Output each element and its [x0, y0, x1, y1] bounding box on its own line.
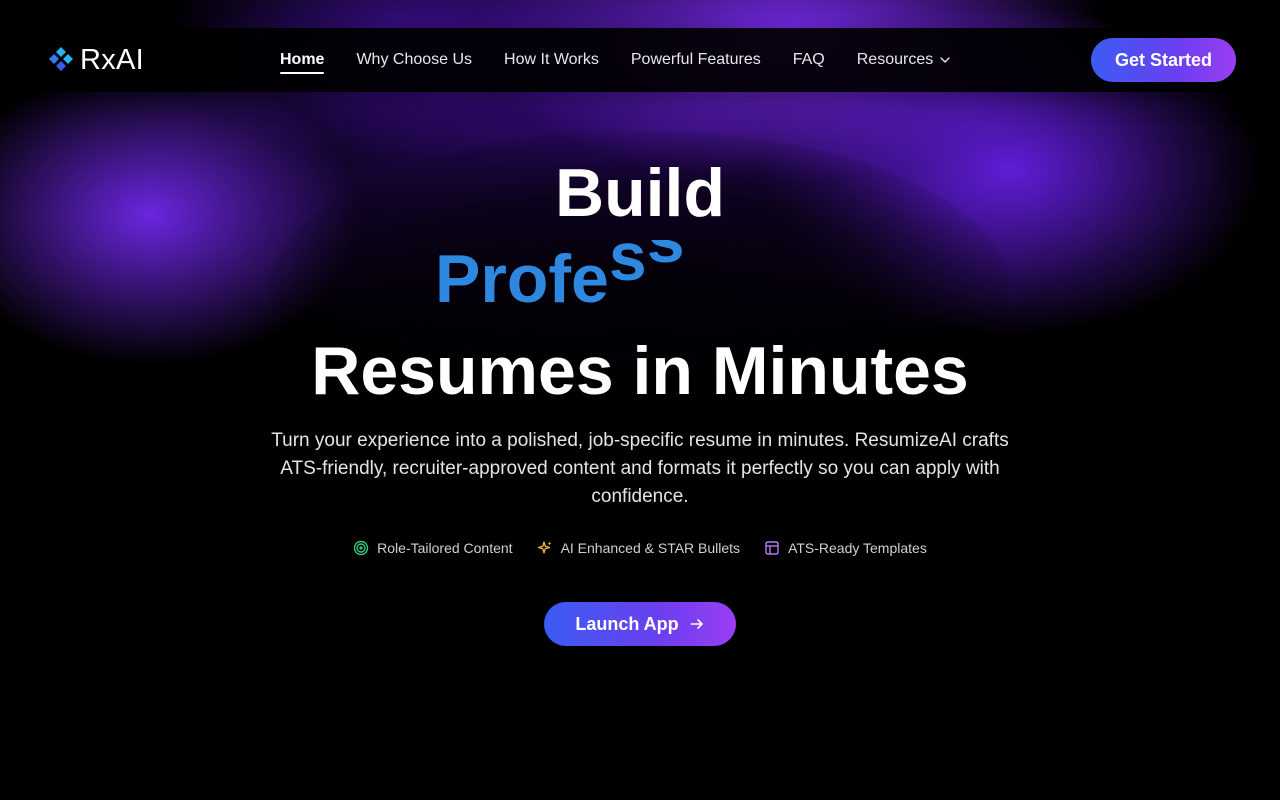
background-bottom-fade: [0, 360, 1280, 800]
rotating-word-char: s: [647, 240, 685, 278]
rotating-word-char: f: [548, 241, 572, 317]
nav-link-powerful-features[interactable]: Powerful Features: [631, 51, 761, 69]
layout-icon: [765, 541, 779, 555]
feature-item-ai-enhanced: AI Enhanced & STAR Bullets: [537, 540, 741, 556]
feature-item-ats-ready: ATS-Ready Templates: [764, 540, 927, 556]
feature-label: ATS-Ready Templates: [788, 540, 927, 556]
hero-title-line-1: Build: [555, 155, 725, 231]
launch-app-label: Launch App: [575, 613, 679, 634]
hero-title-line-2: P r o f e s s -: [0, 240, 1280, 320]
nav-link-resources[interactable]: Resources: [857, 51, 951, 69]
chevron-down-icon: [940, 57, 950, 63]
feature-label: AI Enhanced & STAR Bullets: [560, 540, 741, 556]
sparkle-icon: [537, 541, 552, 554]
landing-page: RxAI Home Why Choose Us How It Works Pow…: [0, 0, 1280, 800]
nav-link-how-it-works[interactable]: How It Works: [504, 51, 599, 69]
rotating-word-char: e: [571, 241, 609, 317]
feature-label: Role-Tailored Content: [377, 540, 513, 556]
hero-subtitle: Turn your experience into a polished, jo…: [271, 430, 1009, 507]
nav-links: Home Why Choose Us How It Works Powerful…: [280, 28, 983, 92]
get-started-button[interactable]: Get Started: [1091, 38, 1236, 82]
arrow-right-icon: [690, 619, 703, 629]
top-nav: RxAI Home Why Choose Us How It Works Pow…: [18, 28, 1262, 92]
diamond-logo-icon: [49, 47, 73, 71]
target-icon: [353, 540, 369, 556]
feature-item-role-tailored: Role-Tailored Content: [353, 540, 513, 556]
hero-title-line-3: Resumes in Minutes: [311, 333, 969, 409]
launch-app-button[interactable]: Launch App: [544, 602, 736, 646]
rotating-word-char: r: [480, 241, 507, 317]
rotating-word-char: P: [435, 241, 481, 317]
nav-link-why-choose-us[interactable]: Why Choose Us: [356, 51, 472, 69]
hero-rotating-word: P r o f e s s -: [435, 240, 715, 320]
nav-link-resources-label: Resources: [856, 51, 934, 68]
brand-name: RxAI: [80, 43, 145, 76]
feature-highlights: Role-Tailored Content AI Enhanced & STAR…: [0, 540, 1280, 556]
brand-logo[interactable]: RxAI: [46, 44, 144, 76]
nav-link-home[interactable]: Home: [280, 51, 325, 74]
rotating-word-char: s: [608, 240, 647, 295]
rotating-word-char: o: [506, 241, 549, 317]
rotating-word-char: -: [685, 240, 708, 262]
nav-link-faq[interactable]: FAQ: [793, 51, 825, 69]
